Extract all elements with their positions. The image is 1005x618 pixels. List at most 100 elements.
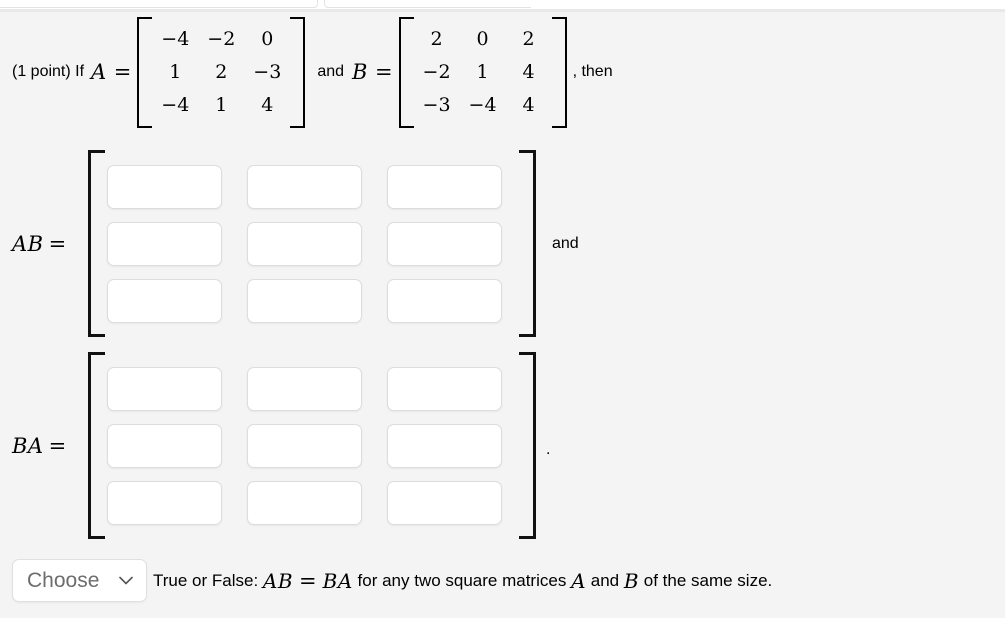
matrix-a-left-bracket [137, 16, 153, 128]
ba-label-symbol: BA [12, 433, 44, 458]
ba-cell-wrap [242, 417, 382, 474]
ab-left-bracket [88, 150, 105, 337]
matrix-b-cell: −2 [422, 60, 451, 83]
ab-label-symbol: AB [12, 231, 44, 256]
matrix-b-cell: 4 [522, 93, 535, 116]
ba-input-r1c2[interactable] [247, 366, 362, 411]
true-false-row: Choose True False True or False: AB = BA… [12, 559, 772, 602]
ab-input-r3c3[interactable] [387, 278, 502, 323]
top-divider [0, 9, 1005, 12]
ab-label-equals: = [48, 231, 67, 256]
ba-label-equals: = [48, 433, 67, 458]
matrix-a-cell: 1 [169, 60, 182, 83]
ba-cell-wrap [242, 474, 382, 531]
points-label: (1 point) If [12, 63, 85, 80]
ba-cell-wrap [382, 474, 522, 531]
matrix-b-symbol: B [352, 60, 368, 84]
matrix-a-cell: −3 [253, 60, 282, 83]
choose-select-wrapper: Choose True False [12, 559, 147, 602]
ab-cell-wrap [382, 215, 522, 272]
matrix-a: −4 −2 0 1 2 −3 −4 1 4 [137, 16, 306, 128]
matrix-b: 2 0 2 −2 1 4 −3 −4 4 [398, 16, 567, 128]
ba-answer-row: BA = . [0, 352, 550, 539]
matrix-b-cell: 2 [522, 27, 535, 50]
tf-middle: for any two square matrices [352, 570, 572, 590]
matrix-b-cell: −3 [422, 93, 451, 116]
matrix-a-cell: 2 [215, 60, 228, 83]
ab-trailing-and: and [552, 234, 579, 252]
choose-select[interactable]: Choose True False [12, 559, 147, 602]
matrix-a-cell: −4 [161, 93, 190, 116]
tf-prefix: True or False: [153, 570, 263, 590]
ba-matrix [88, 352, 536, 539]
ba-input-r2c2[interactable] [247, 423, 362, 468]
matrix-b-left-bracket [398, 16, 414, 128]
ba-input-r3c1[interactable] [107, 480, 222, 525]
ba-cell-wrap [382, 360, 522, 417]
ab-matrix [88, 150, 536, 337]
ab-cell-wrap [382, 158, 522, 215]
ab-input-r1c2[interactable] [247, 164, 362, 209]
matrix-a-grid: −4 −2 0 1 2 −3 −4 1 4 [150, 17, 292, 128]
problem-statement: (1 point) If A = −4 −2 0 1 2 −3 −4 1 4 a… [12, 16, 992, 128]
ba-input-grid [102, 352, 522, 539]
ab-input-r1c3[interactable] [387, 164, 502, 209]
matrix-a-cell: −2 [207, 27, 236, 50]
ab-input-r2c3[interactable] [387, 221, 502, 266]
ab-cell-wrap [242, 215, 382, 272]
ba-cell-wrap [242, 360, 382, 417]
matrix-b-cell: 0 [476, 27, 489, 50]
ab-right-bracket [519, 150, 536, 337]
ab-input-grid [102, 150, 522, 337]
ba-input-r2c1[interactable] [107, 423, 222, 468]
matrix-b-cell: 1 [476, 60, 489, 83]
tf-expr-left: AB [262, 568, 294, 593]
matrix-b-cell: −4 [468, 93, 497, 116]
ba-trailing-period: . [546, 441, 551, 458]
ba-cell-wrap [102, 417, 242, 474]
ba-input-r2c3[interactable] [387, 423, 502, 468]
true-false-question: True or False: AB = BA for any two squar… [153, 569, 772, 593]
ba-cell-wrap [102, 360, 242, 417]
tf-expr-right: BA [322, 568, 353, 593]
matrix-a-right-bracket [290, 16, 306, 128]
then-label: , then [572, 63, 613, 80]
tf-expr-equals: = [299, 568, 317, 593]
equals-sign-b: = [374, 60, 393, 84]
ba-label: BA = [0, 434, 88, 458]
ba-input-r1c1[interactable] [107, 366, 222, 411]
ab-answer-row: AB = and [0, 150, 579, 337]
ab-cell-wrap [102, 215, 242, 272]
matrix-b-right-bracket [551, 16, 567, 128]
ab-cell-wrap [382, 272, 522, 329]
ab-input-r3c2[interactable] [247, 278, 362, 323]
ab-cell-wrap [102, 272, 242, 329]
ba-input-r3c2[interactable] [247, 480, 362, 525]
tf-mid-and: and [586, 570, 624, 590]
matrix-a-cell: 0 [261, 27, 274, 50]
matrix-a-cell: 1 [215, 93, 228, 116]
tf-suffix: of the same size. [639, 570, 773, 590]
ba-input-r3c3[interactable] [387, 480, 502, 525]
ab-input-r1c1[interactable] [107, 164, 222, 209]
ba-input-r1c3[interactable] [387, 366, 502, 411]
ab-cell-wrap [242, 272, 382, 329]
and-label: and [317, 63, 345, 80]
ab-input-r2c2[interactable] [247, 221, 362, 266]
ab-cell-wrap [102, 158, 242, 215]
matrix-b-grid: 2 0 2 −2 1 4 −3 −4 4 [412, 17, 554, 128]
ab-label: AB = [0, 232, 88, 256]
matrix-a-cell: 4 [261, 93, 274, 116]
top-strip-right-blank [531, 0, 1005, 9]
ab-cell-wrap [242, 158, 382, 215]
tf-var-b: B [623, 568, 640, 593]
matrix-b-cell: 2 [430, 27, 443, 50]
ba-right-bracket [519, 352, 536, 539]
equals-sign-a: = [113, 60, 132, 84]
ab-input-r2c1[interactable] [107, 221, 222, 266]
tf-var-a: A [571, 568, 587, 593]
ba-cell-wrap [102, 474, 242, 531]
ba-cell-wrap [382, 417, 522, 474]
ab-input-r3c1[interactable] [107, 278, 222, 323]
ba-left-bracket [88, 352, 105, 539]
